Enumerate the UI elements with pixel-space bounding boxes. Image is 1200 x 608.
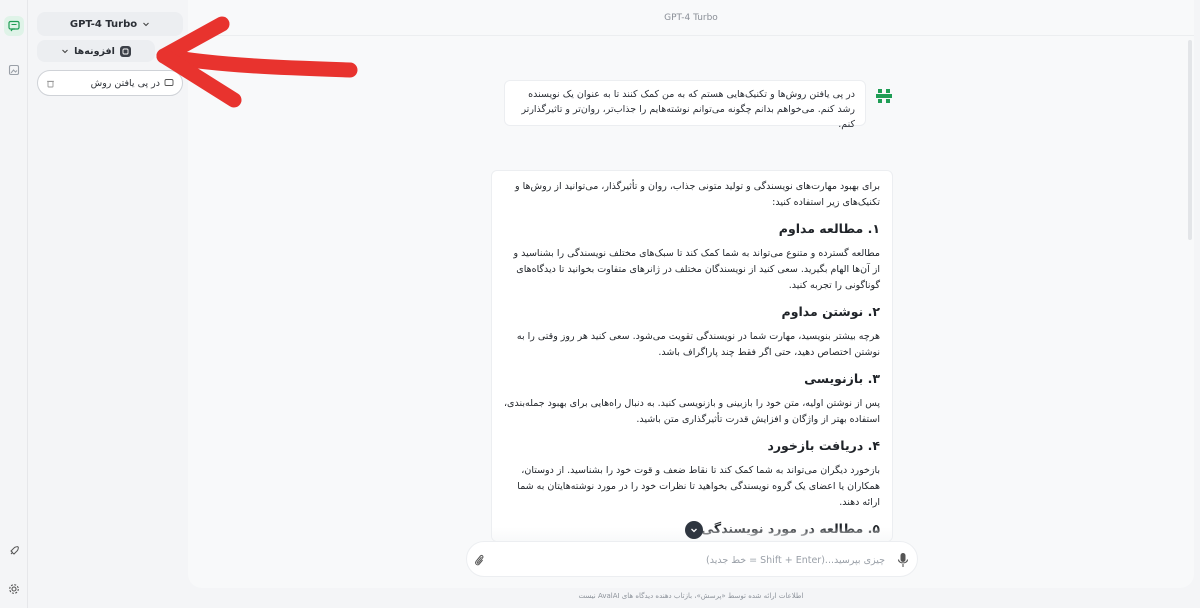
- chat-title: GPT-4 Turbo: [664, 12, 718, 23]
- chat-header: GPT-4 Turbo: [188, 0, 1194, 36]
- user-message-text: در پی یافتن روش‌ها و تکنیک‌هایی هستم که …: [504, 80, 866, 130]
- answer-heading: ۱. مطالعه مداوم: [778, 221, 880, 236]
- message-composer: [466, 541, 918, 577]
- answer-paragraph: پس از نوشتن اولیه، متن خود را بازبینی و …: [503, 398, 880, 425]
- bot-avatar-icon: [876, 89, 892, 103]
- scroll-to-bottom-button[interactable]: [685, 521, 703, 539]
- settings-icon[interactable]: [4, 579, 24, 599]
- answer-heading: ۲. نوشتن مداوم: [781, 304, 880, 319]
- assistant-message: برای بهبود مهارت‌های نویسندگی و تولید مت…: [491, 170, 893, 542]
- arrow-down-icon: [691, 528, 697, 533]
- sidebar: GPT-4 Turbo افزونه‌ها + در پی یافتن روش …: [28, 0, 222, 608]
- message-input[interactable]: [493, 548, 885, 572]
- answer-paragraph: مطالعه گسترده و متنوع می‌تواند به شما کم…: [513, 248, 881, 291]
- model-selector[interactable]: GPT-4 Turbo: [37, 12, 183, 36]
- plugin-icon: [119, 45, 131, 57]
- plus-icon: +: [165, 43, 177, 59]
- scrollbar[interactable]: [1188, 40, 1192, 240]
- answer-intro: برای بهبود مهارت‌های نویسندگی و تولید مت…: [515, 181, 880, 208]
- image-icon[interactable]: [4, 60, 24, 80]
- answer-heading: ۳. بازنویسی: [804, 371, 880, 386]
- answer-heading: ۴. دریافت بازخورد: [767, 438, 880, 453]
- left-rail: [0, 0, 28, 608]
- chevron-down-icon: [143, 22, 150, 27]
- answer-paragraph: بازخورد دیگران می‌تواند به شما کمک کند ت…: [517, 465, 880, 508]
- chat-icon[interactable]: [4, 16, 24, 36]
- plugins-selector[interactable]: افزونه‌ها: [37, 40, 155, 62]
- chat-history-label: در پی یافتن روش: [90, 77, 160, 89]
- user-message: در پی یافتن روش‌ها و تکنیک‌هایی هستم که …: [504, 80, 896, 130]
- chat-panel: GPT-4 Turbo در پی یافتن روش‌ها و تکنیک‌ه…: [188, 0, 1194, 588]
- rocket-icon[interactable]: [4, 541, 24, 561]
- chat-history-item[interactable]: در پی یافتن روش: [37, 70, 183, 96]
- footer-disclaimer: اطلاعات ارائه شده توسط «پرسش»، بازتاب ده…: [578, 592, 804, 600]
- paperclip-icon[interactable]: [469, 550, 489, 570]
- chat-bubble-icon: [164, 79, 174, 86]
- microphone-icon[interactable]: [893, 550, 913, 570]
- chevron-down-icon: [62, 49, 68, 54]
- answer-paragraph: هرچه بیشتر بنویسید، مهارت شما در نویسندگ…: [516, 331, 880, 358]
- plugins-label: افزونه‌ها: [74, 45, 115, 57]
- trash-icon[interactable]: [46, 79, 55, 88]
- model-label: GPT-4 Turbo: [69, 18, 138, 30]
- new-chat-button[interactable]: +: [160, 40, 182, 62]
